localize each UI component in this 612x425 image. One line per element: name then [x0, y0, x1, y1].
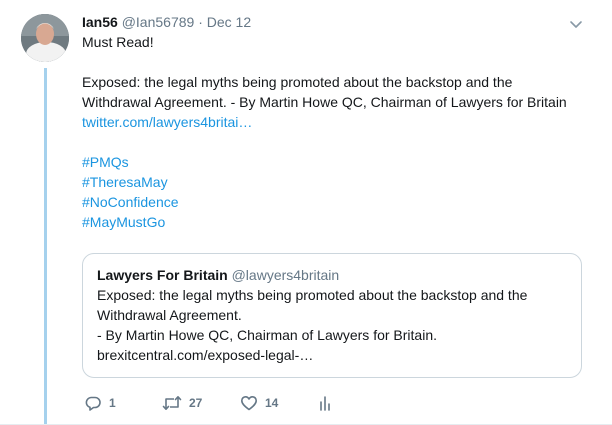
tweet-header: Ian56 @Ian56789 · Dec 12	[82, 12, 587, 32]
separator-dot: ·	[198, 14, 203, 30]
author-avatar[interactable]	[21, 14, 69, 62]
thread-line	[44, 68, 47, 425]
hashtag-noconfidence[interactable]: #NoConfidence	[82, 192, 587, 212]
tweet-text-line: Exposed: the legal myths being promoted …	[82, 74, 513, 90]
quoted-tweet[interactable]: Lawyers For Britain @lawyers4britain Exp…	[82, 253, 582, 378]
author-handle[interactable]: @Ian56789	[122, 14, 195, 30]
hashtag-pmqs[interactable]: #PMQs	[82, 152, 587, 172]
quoted-author-handle: @lawyers4britain	[231, 267, 340, 283]
quoted-text-line: Withdrawal Agreement.	[97, 307, 242, 323]
user-avatar-photo-icon	[21, 14, 69, 62]
retweet-button[interactable]: 27	[162, 394, 240, 412]
tweet-text-line: Withdrawal Agreement. - By Martin Howe Q…	[82, 94, 567, 110]
tweet-text-line: Must Read!	[82, 34, 154, 50]
quoted-text-line: Exposed: the legal myths being promoted …	[97, 287, 528, 303]
analytics-icon	[320, 396, 330, 411]
tweet-actions: 1 27 14	[84, 393, 334, 413]
like-button[interactable]: 14	[240, 394, 318, 412]
quoted-text-line: brexitcentral.com/exposed-legal-…	[97, 347, 314, 363]
quoted-author-name: Lawyers For Britain	[97, 267, 228, 283]
like-icon	[241, 396, 257, 411]
quoted-text-line: - By Martin Howe QC, Chairman of Lawyers…	[97, 327, 437, 343]
hashtag-theresamay[interactable]: #TheresaMay	[82, 172, 587, 192]
tweet-link[interactable]: twitter.com/lawyers4britai…	[82, 112, 587, 132]
retweet-icon	[162, 396, 182, 410]
like-count: 14	[265, 396, 279, 410]
tweet-date[interactable]: Dec 12	[207, 14, 251, 30]
analytics-button[interactable]	[318, 394, 334, 412]
reply-button[interactable]: 1	[84, 394, 162, 412]
reply-count: 1	[109, 396, 116, 410]
quoted-tweet-header: Lawyers For Britain @lawyers4britain	[97, 265, 569, 285]
reply-icon	[85, 396, 101, 411]
author-name[interactable]: Ian56	[82, 14, 118, 30]
chevron-down-icon[interactable]	[567, 18, 585, 32]
tweet[interactable]: Ian56 @Ian56789 · Dec 12 Must Read! Expo…	[82, 12, 587, 232]
hashtag-maymustgo[interactable]: #MayMustGo	[82, 212, 587, 232]
tweet-text: Must Read! Exposed: the legal myths bein…	[82, 32, 587, 232]
quoted-tweet-text: Exposed: the legal myths being promoted …	[97, 285, 569, 365]
retweet-count: 27	[189, 396, 203, 410]
